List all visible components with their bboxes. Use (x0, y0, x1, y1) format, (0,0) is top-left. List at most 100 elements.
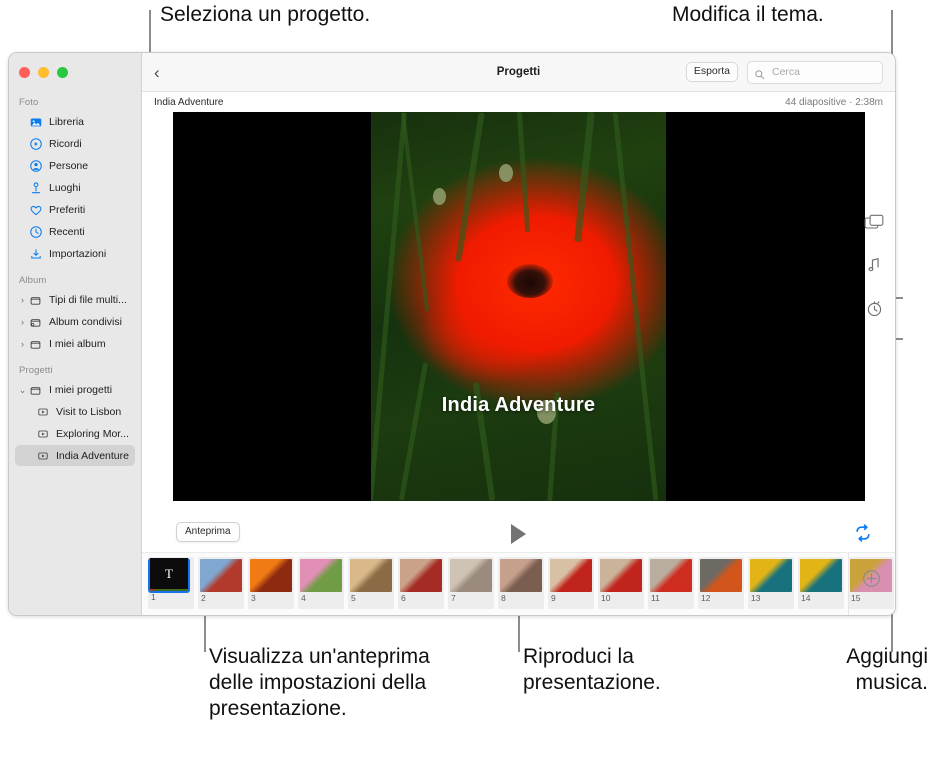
sidebar-item-preferiti[interactable]: Preferiti (9, 199, 141, 221)
sidebar-item-label: Exploring Mor... (56, 428, 129, 440)
music-note-icon (865, 256, 883, 274)
slide-title-text: India Adventure (173, 394, 865, 417)
slideshow-icon (35, 448, 50, 463)
filmstrip-thumbnail[interactable]: 10 (598, 557, 644, 609)
sidebar-section-header-progetti: Progetti (9, 355, 141, 379)
sidebar-item-album-condivisi[interactable]: › Album condivisi (9, 311, 141, 333)
sidebar-item-label: Album condivisi (49, 316, 122, 328)
sidebar-item-exploring-morocco[interactable]: Exploring Mor... (9, 423, 141, 445)
window-traffic-lights (19, 67, 68, 78)
thumbnail-number: 9 (548, 594, 594, 603)
thumbnail-number: 8 (498, 594, 544, 603)
add-slide-button[interactable] (862, 569, 881, 588)
sidebar-item-recenti[interactable]: Recenti (9, 221, 141, 243)
callout-bottom-center: Riproduci la presentazione. (523, 644, 713, 696)
places-icon (28, 181, 43, 196)
filmstrip-thumbnail[interactable]: 9 (548, 557, 594, 609)
minimize-button[interactable] (38, 67, 49, 78)
filmstrip-thumbnail[interactable]: 4 (298, 557, 344, 609)
flower-center (507, 264, 553, 298)
library-icon (28, 115, 43, 130)
slide-photo (371, 112, 666, 501)
slideshow-icon (35, 405, 50, 420)
thumbnail-number: 6 (398, 594, 444, 603)
thumbnail-image (700, 559, 742, 592)
title-card-letter: T (150, 558, 188, 589)
project-info-bar: India Adventure 44 diapositive · 2:38m (142, 92, 895, 112)
sidebar-item-libreria[interactable]: Libreria (9, 111, 141, 133)
filmstrip-thumbnail[interactable]: 13 (748, 557, 794, 609)
thumbnail-number: 14 (798, 594, 844, 603)
thumbnail-image (400, 559, 442, 592)
play-button[interactable] (508, 522, 530, 546)
sidebar-item-importazioni[interactable]: Importazioni (9, 243, 141, 265)
thumbnail-number: 7 (448, 594, 494, 603)
sidebar-item-i-miei-album[interactable]: › I miei album (9, 333, 141, 355)
export-button[interactable]: Esporta (686, 62, 738, 82)
shared-folder-icon (28, 315, 43, 330)
thumbnail-image (250, 559, 292, 592)
sidebar-item-label: Libreria (49, 116, 84, 128)
sidebar-item-label: I miei album (49, 338, 106, 350)
filmstrip-thumbnail[interactable]: 8 (498, 557, 544, 609)
filmstrip[interactable]: T123456789101112131415 (142, 553, 895, 615)
playback-controls: Anteprima (142, 516, 895, 553)
filmstrip-thumbnail[interactable]: 3 (248, 557, 294, 609)
sidebar-item-tipi-di-file-multimediali[interactable]: › Tipi di file multi... (9, 289, 141, 311)
slide-canvas[interactable]: India Adventure (173, 112, 865, 501)
theme-button[interactable] (863, 213, 887, 233)
people-icon (28, 159, 43, 174)
thumbnail-image (750, 559, 792, 592)
close-button[interactable] (19, 67, 30, 78)
project-meta: 44 diapositive · 2:38m (785, 97, 883, 108)
chevron-right-icon[interactable]: › (18, 340, 27, 349)
sidebar-item-india-adventure[interactable]: India Adventure (15, 445, 135, 466)
sidebar-item-ricordi[interactable]: Ricordi (9, 133, 141, 155)
thumbnail-number: 5 (348, 594, 394, 603)
filmstrip-thumbnail[interactable]: 6 (398, 557, 444, 609)
sidebar-item-label: Preferiti (49, 204, 85, 216)
folder-icon (28, 337, 43, 352)
search-icon (754, 67, 765, 78)
clock-icon (28, 225, 43, 240)
sidebar: Foto Libreria Ricordi Persone Luoghi Pre… (9, 53, 142, 615)
filmstrip-thumbnail[interactable]: 2 (198, 557, 244, 609)
chevron-left-icon[interactable]: ‹ (154, 64, 176, 81)
callout-top-right: Modifica il tema. (672, 2, 824, 28)
search-field[interactable] (747, 61, 883, 84)
filmstrip-thumbnail[interactable]: 14 (798, 557, 844, 609)
sidebar-item-i-miei-progetti[interactable]: ⌄ I miei progetti (9, 379, 141, 401)
thumbnail-number: 4 (298, 594, 344, 603)
preview-button[interactable]: Anteprima (176, 522, 240, 542)
filmstrip-thumbnail[interactable]: 11 (648, 557, 694, 609)
sidebar-item-visit-to-lisbon[interactable]: Visit to Lisbon (9, 401, 141, 423)
sidebar-item-persone[interactable]: Persone (9, 155, 141, 177)
sidebar-item-luoghi[interactable]: Luoghi (9, 177, 141, 199)
toolbar-right-group: Esporta (686, 61, 883, 84)
duration-timer-icon (865, 299, 884, 318)
filmstrip-thumbnail[interactable]: 7 (448, 557, 494, 609)
thumbnail-number: 13 (748, 594, 794, 603)
plus-circle-icon (862, 569, 881, 588)
music-button[interactable] (865, 256, 885, 276)
heart-icon (28, 203, 43, 218)
thumbnail-image (800, 559, 842, 592)
loop-button[interactable] (853, 523, 873, 543)
chevron-right-icon[interactable]: › (18, 318, 27, 327)
thumbnail-number: 1 (148, 593, 194, 602)
duration-button[interactable] (865, 299, 885, 319)
filmstrip-thumbnail[interactable]: T1 (148, 557, 194, 609)
thumbnail-image (350, 559, 392, 592)
search-input[interactable] (770, 65, 876, 79)
sidebar-section-header-album: Album (9, 265, 141, 289)
sidebar-item-label: Recenti (49, 226, 85, 238)
callout-bottom-right: Aggiungi musica. (778, 644, 928, 696)
zoom-button[interactable] (57, 67, 68, 78)
filmstrip-divider (848, 553, 849, 615)
filmstrip-thumbnail[interactable]: 5 (348, 557, 394, 609)
folder-icon (28, 383, 43, 398)
filmstrip-thumbnail[interactable]: 12 (698, 557, 744, 609)
sidebar-item-label: Luoghi (49, 182, 81, 194)
chevron-down-icon[interactable]: ⌄ (18, 386, 27, 395)
chevron-right-icon[interactable]: › (18, 296, 27, 305)
